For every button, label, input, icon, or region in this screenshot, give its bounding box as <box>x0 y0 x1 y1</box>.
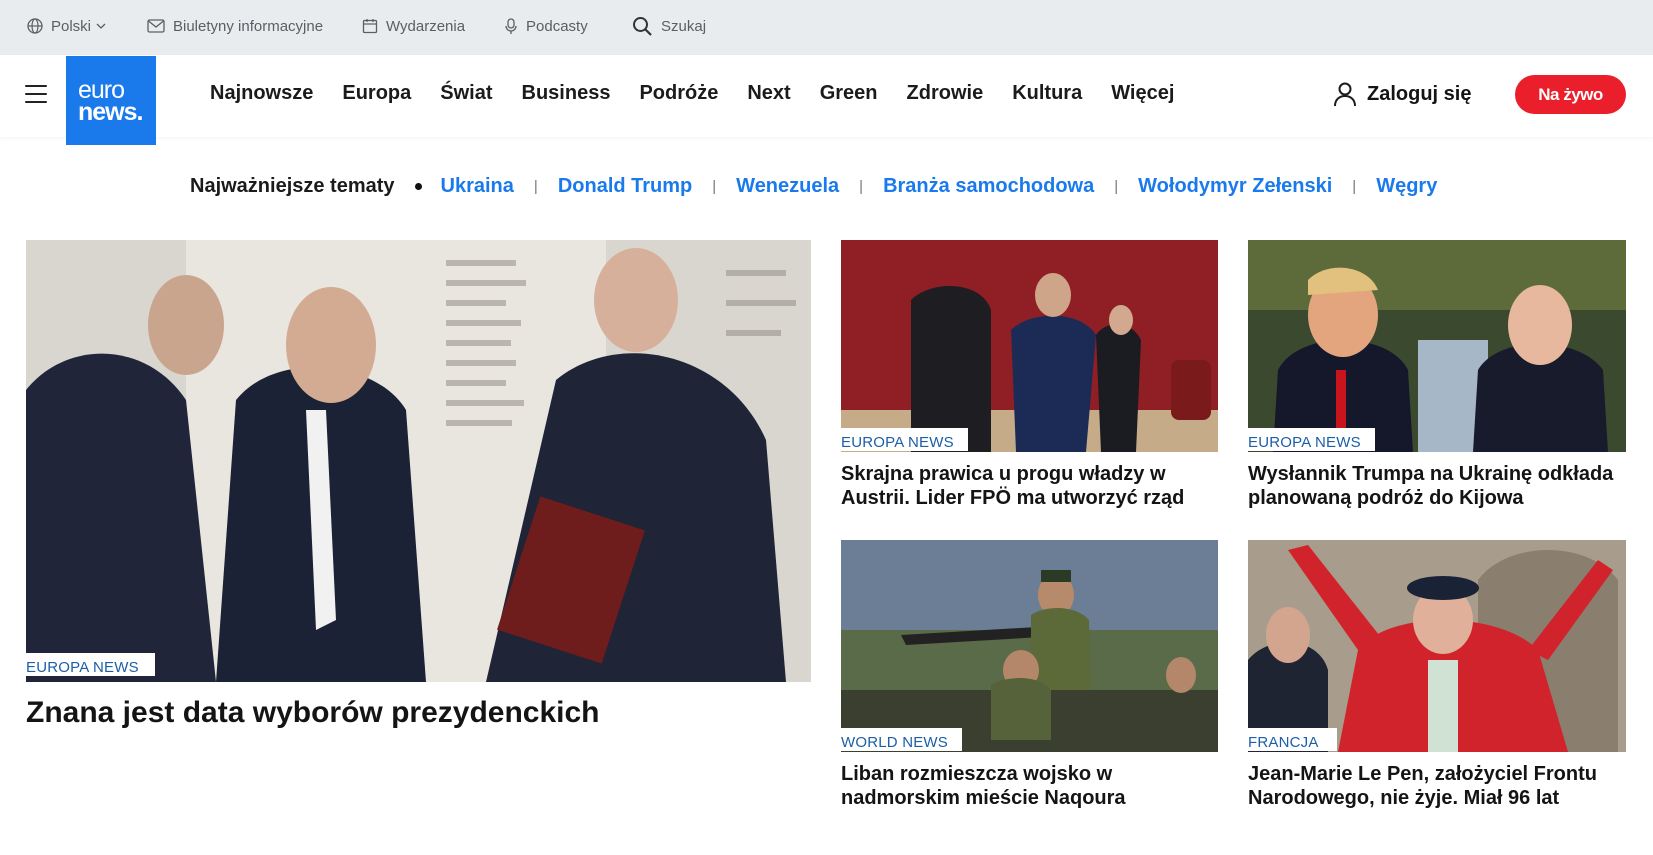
search-button[interactable]: Szukaj <box>632 0 706 52</box>
euronews-logo[interactable]: euro news. <box>66 56 156 145</box>
divider: | <box>712 178 717 195</box>
search-label: Szukaj <box>661 17 707 35</box>
article-image[interactable] <box>1248 240 1626 452</box>
live-button[interactable]: Na żywo <box>1515 75 1626 114</box>
search-icon <box>633 16 652 36</box>
user-icon <box>1334 82 1356 107</box>
utility-bar: Polski Biuletyny informacyjne Wydarzenia… <box>0 0 1653 55</box>
article-card[interactable]: FRANCJA Jean-Marie Le Pen, założyciel Fr… <box>1248 540 1626 815</box>
language-label: Polski <box>51 17 92 35</box>
article-title[interactable]: Znana jest data wyborów prezydenckich <box>26 694 806 732</box>
nav-business[interactable]: Business <box>522 82 611 105</box>
calendar-icon <box>362 19 378 34</box>
podcasts-label: Podcasty <box>526 17 588 35</box>
topics-bar: Najważniejsze tematy Ukraina | Donald Tr… <box>190 175 1437 198</box>
login-button[interactable]: Zaloguj się <box>1333 81 1471 107</box>
article-tag[interactable]: WORLD NEWS <box>841 728 962 751</box>
mail-icon <box>147 19 165 33</box>
article-image[interactable] <box>1248 540 1626 752</box>
main-header: euro news. Najnowsze Europa Świat Busine… <box>0 55 1653 145</box>
nav-zdrowie[interactable]: Zdrowie <box>907 82 984 105</box>
article-tag[interactable]: EUROPA NEWS <box>26 653 155 676</box>
article-card[interactable]: WORLD NEWS Liban rozmieszcza wojsko w na… <box>841 540 1218 815</box>
nav-podroze[interactable]: Podróże <box>639 82 718 105</box>
topic-wolodymyr-zelenski[interactable]: Wołodymyr Zełenski <box>1138 175 1332 198</box>
divider: | <box>1114 178 1119 195</box>
topics-heading: Najważniejsze tematy <box>190 175 395 197</box>
events-label: Wydarzenia <box>386 17 466 35</box>
nav-najnowsze[interactable]: Najnowsze <box>210 82 313 105</box>
article-card[interactable]: EUROPA NEWS Skrajna prawica u progu wład… <box>841 240 1218 515</box>
lead-article[interactable]: EUROPA NEWS Znana jest data wyborów prez… <box>26 240 811 740</box>
main-nav: Najnowsze Europa Świat Business Podróże … <box>210 82 1203 105</box>
globe-icon <box>27 18 43 34</box>
article-tag[interactable]: EUROPA NEWS <box>1248 428 1375 451</box>
topic-donald-trump[interactable]: Donald Trump <box>558 175 692 198</box>
article-image[interactable] <box>26 240 811 682</box>
divider: | <box>1352 178 1357 195</box>
article-title[interactable]: Wysłannik Trumpa na Ukrainę odkłada plan… <box>1248 462 1626 510</box>
menu-icon[interactable] <box>25 85 47 105</box>
nav-wiecej[interactable]: Więcej <box>1111 82 1174 105</box>
bullet <box>414 183 422 190</box>
podcasts-link[interactable]: Podcasty <box>504 0 588 52</box>
newsletters-label: Biuletyny informacyjne <box>173 17 324 35</box>
topic-branza-samochodowa[interactable]: Branża samochodowa <box>883 175 1094 198</box>
divider: | <box>533 178 538 195</box>
topic-ukraina[interactable]: Ukraina <box>441 175 514 198</box>
nav-kultura[interactable]: Kultura <box>1012 82 1082 105</box>
events-link[interactable]: Wydarzenia <box>362 0 465 52</box>
login-label: Zaloguj się <box>1367 82 1472 105</box>
article-title[interactable]: Liban rozmieszcza wojsko w nadmorskim mi… <box>841 762 1218 810</box>
article-title[interactable]: Skrajna prawica u progu władzy w Austrii… <box>841 462 1218 510</box>
nav-green[interactable]: Green <box>820 82 878 105</box>
article-tag[interactable]: FRANCJA <box>1248 728 1337 751</box>
language-selector[interactable]: Polski <box>27 0 107 52</box>
nav-next[interactable]: Next <box>747 82 790 105</box>
chevron-down-icon <box>96 23 106 29</box>
microphone-icon <box>505 17 517 34</box>
divider: | <box>859 178 864 195</box>
article-card[interactable]: EUROPA NEWS Wysłannik Trumpa na Ukrainę … <box>1248 240 1626 515</box>
topic-wenezuela[interactable]: Wenezuela <box>736 175 839 198</box>
article-image[interactable] <box>841 540 1218 752</box>
topic-wegry[interactable]: Węgry <box>1376 175 1437 198</box>
article-image[interactable] <box>841 240 1218 452</box>
nav-swiat[interactable]: Świat <box>440 82 492 105</box>
nav-europa[interactable]: Europa <box>342 82 411 105</box>
newsletters-link[interactable]: Biuletyny informacyjne <box>147 0 323 52</box>
article-tag[interactable]: EUROPA NEWS <box>841 428 968 451</box>
article-title[interactable]: Jean-Marie Le Pen, założyciel Frontu Nar… <box>1248 762 1626 810</box>
